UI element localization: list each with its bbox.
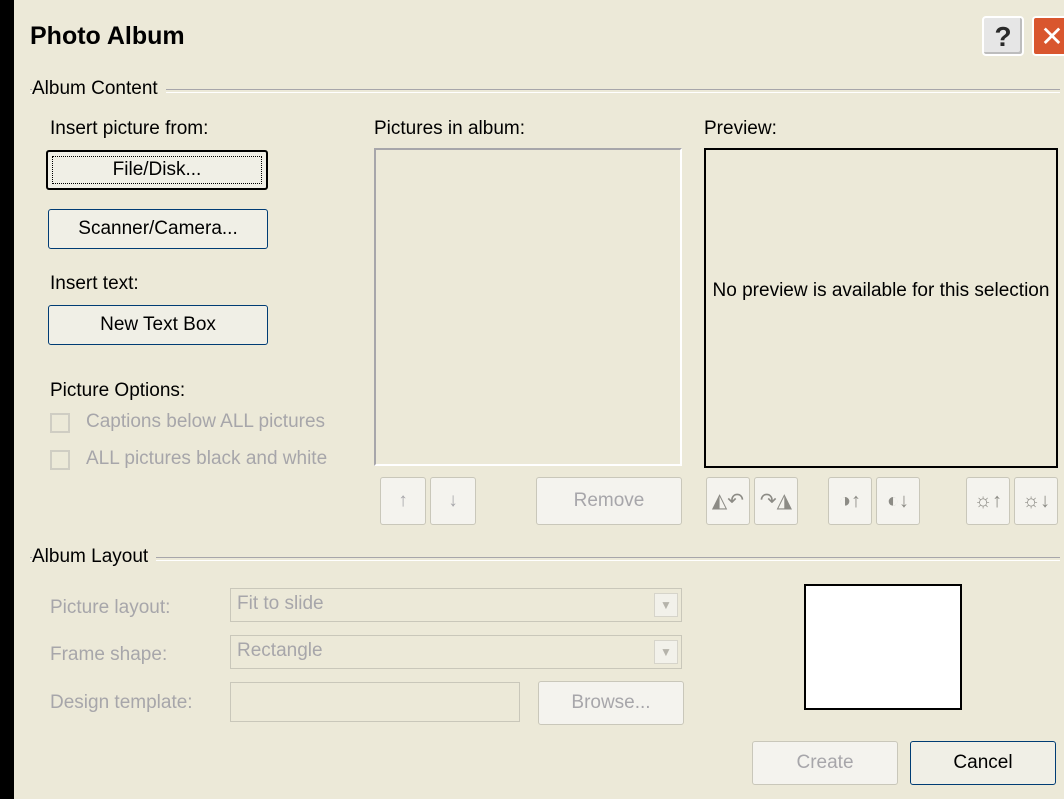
picture-layout-select[interactable]: Fit to slide ▼ — [230, 588, 682, 622]
insert-text-label: Insert text: — [50, 273, 139, 294]
move-down-button[interactable]: ↓ — [430, 477, 476, 525]
captions-option-label: Captions below ALL pictures — [86, 411, 326, 432]
layout-thumbnail — [804, 584, 962, 710]
scanner-camera-button[interactable]: Scanner/Camera... — [48, 209, 268, 249]
design-template-input[interactable] — [230, 682, 520, 722]
chevron-down-icon[interactable]: ▼ — [654, 593, 678, 617]
frame-shape-label: Frame shape: — [50, 644, 168, 665]
create-button[interactable]: Create — [752, 741, 898, 785]
file-disk-button[interactable]: File/Disk... — [46, 150, 268, 190]
rotate-left-icon[interactable]: ◭↶ — [706, 477, 750, 525]
captions-checkbox[interactable] — [50, 413, 70, 433]
focus-ring — [52, 156, 262, 184]
new-text-box-button[interactable]: New Text Box — [48, 305, 268, 345]
album-content-group-label: Album Content — [32, 78, 166, 100]
remove-button[interactable]: Remove — [536, 477, 682, 525]
title-bar[interactable]: Photo Album ? ✕ — [14, 0, 1064, 74]
more-brightness-icon[interactable]: ☼↑ — [966, 477, 1010, 525]
help-button[interactable]: ? — [982, 16, 1024, 56]
black-white-option-label: ALL pictures black and white — [86, 448, 328, 469]
album-layout-group-label: Album Layout — [32, 546, 157, 568]
cancel-button[interactable]: Cancel — [910, 741, 1056, 785]
pictures-in-album-label: Pictures in album: — [374, 118, 526, 139]
design-template-label: Design template: — [50, 692, 193, 713]
less-brightness-icon[interactable]: ☼↓ — [1014, 477, 1058, 525]
browse-button[interactable]: Browse... — [538, 681, 684, 725]
picture-layout-value: Fit to slide — [237, 593, 324, 614]
chevron-down-icon[interactable]: ▼ — [654, 640, 678, 664]
pictures-list[interactable] — [374, 148, 682, 466]
close-button[interactable]: ✕ — [1032, 16, 1064, 56]
picture-options-label: Picture Options: — [50, 380, 186, 401]
window-title: Photo Album — [30, 22, 185, 50]
album-content-divider — [30, 89, 1060, 93]
rotate-right-icon[interactable]: ↷◮ — [754, 477, 798, 525]
picture-layout-label: Picture layout: — [50, 597, 171, 618]
insert-picture-label: Insert picture from: — [50, 118, 209, 139]
frame-shape-value: Rectangle — [237, 640, 323, 661]
more-contrast-icon[interactable]: ◑↑ — [828, 477, 872, 525]
black-white-checkbox[interactable] — [50, 450, 70, 470]
preview-label: Preview: — [704, 118, 777, 139]
album-layout-divider — [30, 557, 1060, 561]
preview-message: No preview is available for this selecti… — [712, 280, 1050, 301]
less-contrast-icon[interactable]: ◐↓ — [876, 477, 920, 525]
photo-album-dialog: Photo Album ? ✕ Album Content Insert pic… — [14, 0, 1064, 799]
move-up-button[interactable]: ↑ — [380, 477, 426, 525]
frame-shape-select[interactable]: Rectangle ▼ — [230, 635, 682, 669]
preview-pane: No preview is available for this selecti… — [704, 148, 1058, 468]
